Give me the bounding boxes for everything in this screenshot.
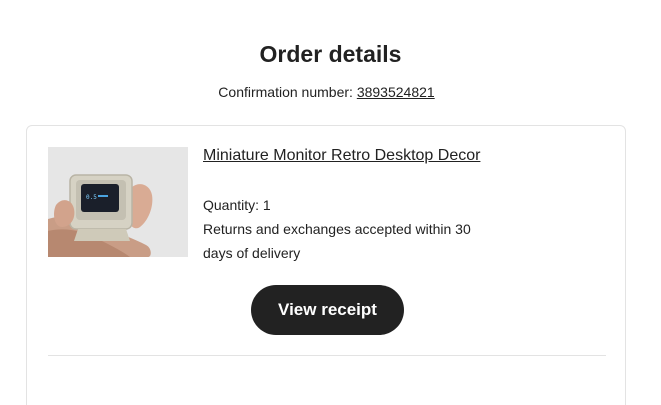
view-receipt-button[interactable]: View receipt bbox=[251, 285, 404, 335]
confirmation-line: Confirmation number: 3893524821 bbox=[0, 82, 653, 102]
page-title: Order details bbox=[259, 41, 402, 67]
svg-text:0.5: 0.5 bbox=[86, 194, 97, 201]
miniature-monitor-photo-icon: 0.5 bbox=[48, 147, 188, 257]
product-image[interactable]: 0.5 bbox=[48, 147, 188, 257]
product-name-link[interactable]: Miniature Monitor Retro Desktop Decor bbox=[203, 145, 480, 167]
confirmation-label: Confirmation number: bbox=[218, 84, 357, 100]
order-details-page: Order details Confirmation number: 38935… bbox=[0, 0, 661, 405]
order-item-card: 0.5 Miniature Monitor Retro Desktop Deco… bbox=[26, 125, 626, 405]
item-details: Quantity: 1 Returns and exchanges accept… bbox=[203, 193, 493, 265]
confirmation-number-link[interactable]: 3893524821 bbox=[357, 84, 435, 100]
quantity-text: Quantity: 1 bbox=[203, 197, 271, 213]
returns-policy-text: Returns and exchanges accepted within 30… bbox=[203, 221, 471, 261]
card-divider bbox=[48, 355, 606, 356]
